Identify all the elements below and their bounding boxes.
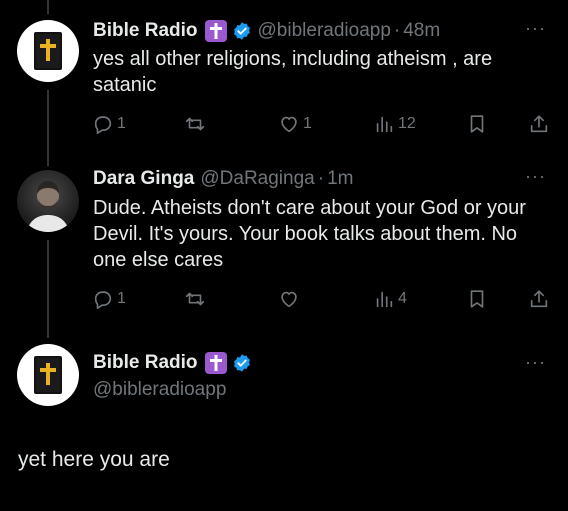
tweet-header: Bible Radio — [93, 351, 252, 375]
bookmark-button[interactable] — [466, 288, 488, 310]
thread-line-1 — [47, 90, 49, 166]
share-button[interactable] — [528, 113, 550, 135]
tweet-text: Dude. Atheists don't care about your God… — [93, 197, 526, 271]
separator-dot: · — [393, 20, 401, 41]
bookmark-icon — [470, 290, 484, 308]
reply-button[interactable]: 1 — [92, 113, 126, 135]
heart-icon — [281, 291, 297, 308]
timestamp[interactable]: 1m — [327, 167, 353, 191]
views-button[interactable]: 4 — [373, 288, 407, 310]
display-name[interactable]: Dara Ginga — [93, 167, 194, 191]
retweet-icon — [185, 117, 205, 131]
tweet-text: yet here you are — [18, 448, 170, 471]
cross-badge-icon — [204, 351, 228, 375]
tweet-header: Bible Radio @bibleradioapp · 48m — [93, 19, 440, 43]
retweet-button[interactable] — [184, 288, 209, 310]
separator-dot: · — [317, 168, 325, 189]
share-icon — [530, 290, 548, 308]
action-bar: 1 1 12 — [92, 113, 552, 137]
handle[interactable]: @bibleradioapp — [93, 379, 226, 401]
retweet-icon — [185, 292, 205, 306]
analytics-icon — [376, 291, 393, 308]
bible-cross-icon — [34, 32, 62, 70]
display-name[interactable]: Bible Radio — [93, 19, 198, 43]
cross-badge-icon — [204, 19, 228, 43]
reply-count: 1 — [117, 290, 126, 307]
more-icon[interactable]: ··· — [525, 352, 546, 373]
avatar[interactable] — [17, 20, 79, 82]
heart-icon — [281, 116, 297, 133]
handle[interactable]: @bibleradioapp — [258, 19, 391, 43]
verified-icon — [232, 353, 252, 373]
tweet-text: yes all other religions, including athei… — [93, 48, 493, 96]
profile-photo — [27, 181, 69, 232]
bookmark-icon — [470, 115, 484, 133]
reply-button[interactable]: 1 — [92, 288, 126, 310]
view-count: 12 — [398, 115, 416, 132]
view-count: 4 — [398, 290, 407, 307]
analytics-icon — [376, 116, 393, 133]
display-name[interactable]: Bible Radio — [93, 351, 198, 375]
avatar[interactable] — [17, 170, 79, 232]
action-bar: 1 4 — [92, 288, 552, 312]
timestamp[interactable]: 48m — [403, 19, 440, 43]
more-icon[interactable]: ··· — [525, 18, 546, 39]
like-button[interactable] — [278, 288, 303, 310]
views-button[interactable]: 12 — [373, 113, 416, 135]
thread-line-top — [47, 0, 49, 14]
reply-icon — [94, 291, 112, 309]
verified-icon — [232, 21, 252, 41]
handle[interactable]: @DaRaginga — [200, 167, 314, 191]
bible-cross-icon — [34, 356, 62, 394]
thread-line-2 — [47, 240, 49, 338]
reply-count: 1 — [117, 115, 126, 132]
like-count: 1 — [303, 115, 312, 132]
more-icon[interactable]: ··· — [525, 166, 546, 187]
share-button[interactable] — [528, 288, 550, 310]
reply-icon — [94, 116, 112, 134]
like-button[interactable]: 1 — [278, 113, 312, 135]
retweet-button[interactable] — [184, 113, 209, 135]
tweet-header: Dara Ginga @DaRaginga · 1m — [93, 167, 353, 191]
avatar[interactable] — [17, 344, 79, 406]
share-icon — [530, 115, 548, 133]
bookmark-button[interactable] — [466, 113, 488, 135]
